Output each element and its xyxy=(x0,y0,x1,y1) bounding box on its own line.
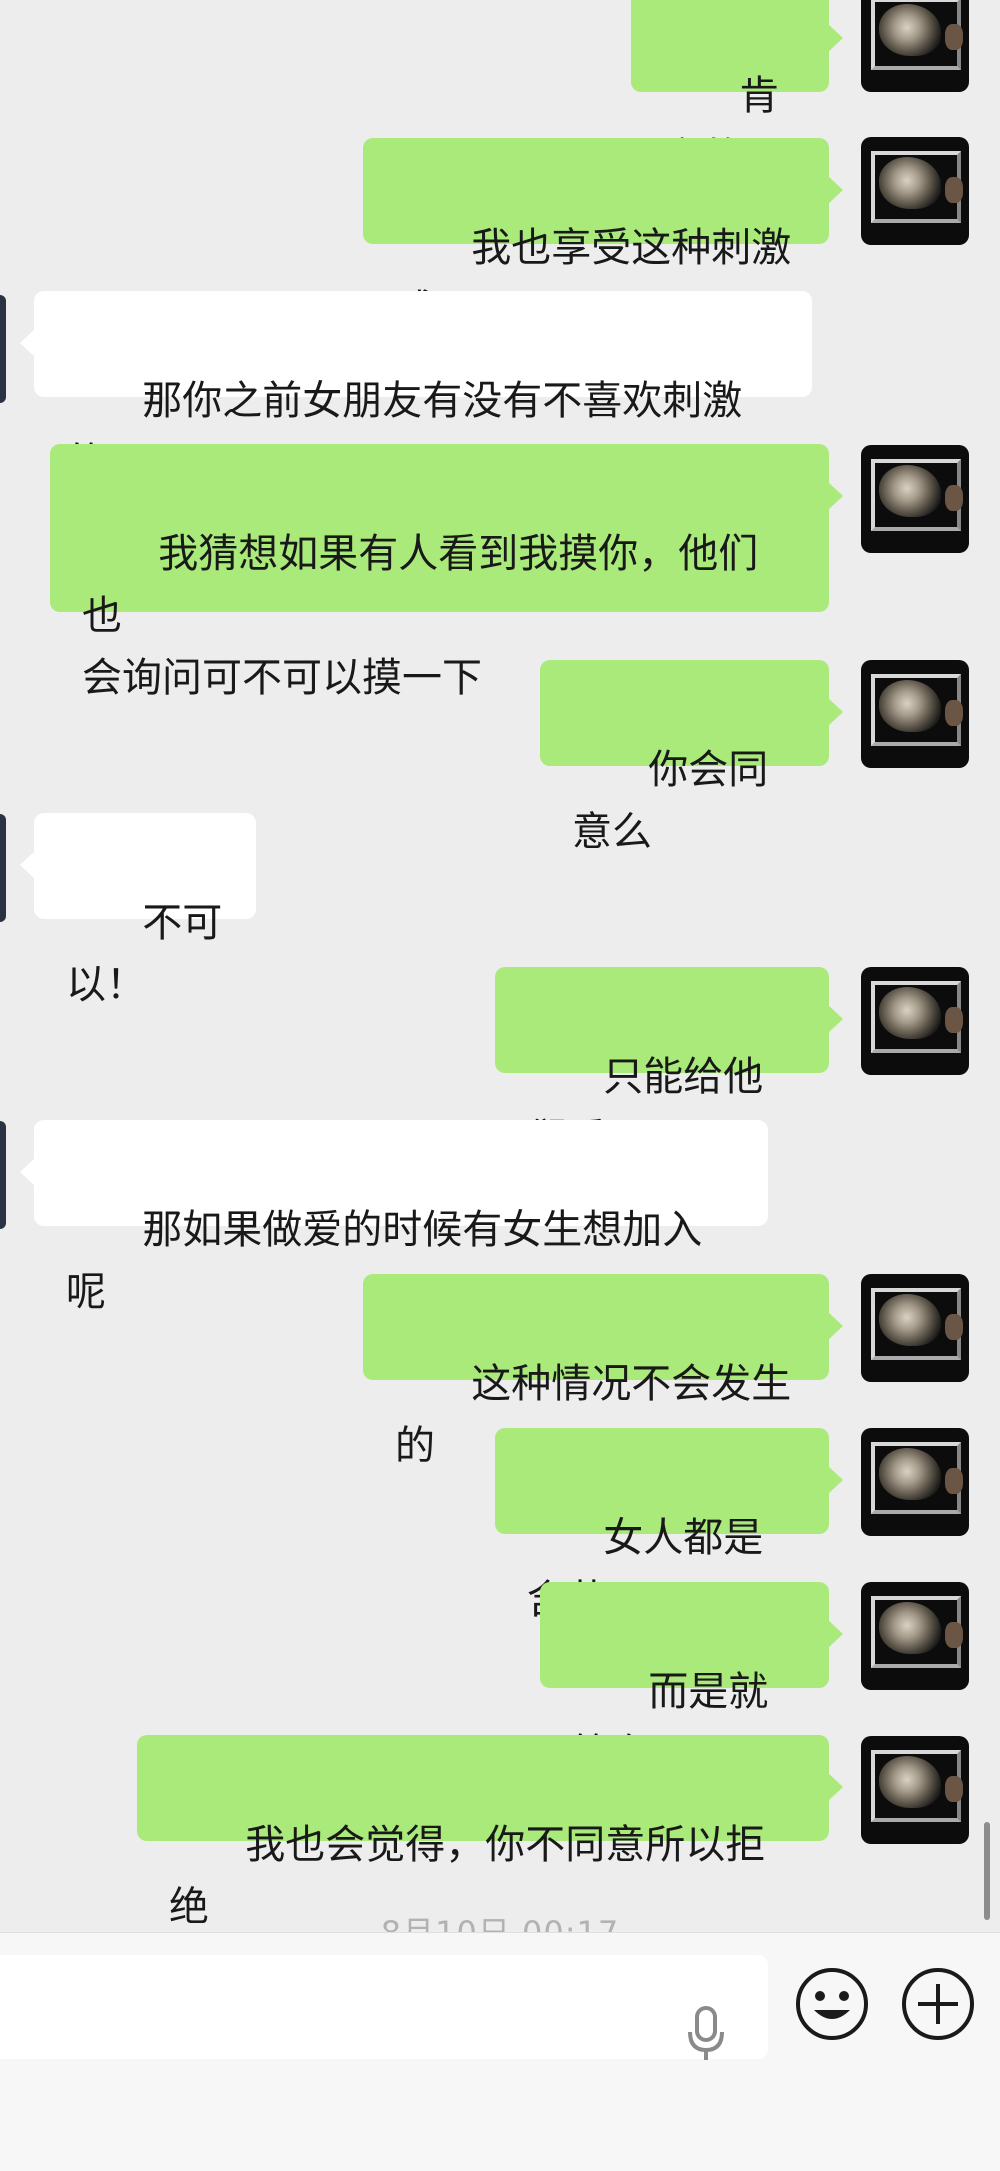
scrollbar[interactable] xyxy=(984,1822,990,1920)
chat-history[interactable]: 肯定的 我也享受这种刺激感 那你之前女朋友有没有不喜欢刺激的 我猜想如果有人看到… xyxy=(0,0,1000,1932)
my-avatar[interactable] xyxy=(861,1582,969,1690)
sent-message-bubble[interactable]: 女人都是含蓄 xyxy=(495,1428,843,1623)
my-avatar[interactable] xyxy=(861,1428,969,1536)
sent-message-bubble[interactable]: 这种情况不会发生的 xyxy=(363,1274,843,1469)
peer-avatar[interactable] xyxy=(0,295,6,403)
my-avatar[interactable] xyxy=(861,445,969,553)
microphone-icon[interactable] xyxy=(686,2006,726,2062)
sent-message-bubble[interactable]: 而是就算有 xyxy=(540,1582,843,1777)
sent-message-bubble[interactable]: 只能给他们看 xyxy=(495,967,843,1162)
received-message-bubble[interactable]: 不可以！ xyxy=(20,813,256,1008)
sent-message-bubble[interactable]: 我也享受这种刺激感 xyxy=(363,138,843,333)
my-avatar[interactable] xyxy=(861,660,969,768)
my-avatar[interactable] xyxy=(861,1736,969,1844)
my-avatar[interactable] xyxy=(861,967,969,1075)
peer-avatar[interactable] xyxy=(0,814,6,922)
peer-avatar[interactable] xyxy=(0,1121,6,1229)
my-avatar[interactable] xyxy=(861,137,969,245)
message-input[interactable] xyxy=(0,1955,768,2059)
plus-circle-icon[interactable] xyxy=(900,1966,976,2042)
message-text: 不可以！ xyxy=(66,900,223,1008)
sent-message-bubble[interactable]: 肯定的 xyxy=(631,0,843,181)
emoji-smiley-icon[interactable] xyxy=(794,1966,870,2042)
sent-message-bubble[interactable]: 你会同意么 xyxy=(540,660,843,855)
message-text: 你会同意么 xyxy=(572,747,769,855)
received-message-bubble[interactable]: 那你之前女朋友有没有不喜欢刺激的 xyxy=(20,291,812,486)
sent-message-bubble[interactable]: 我也会觉得，你不同意所以拒绝 xyxy=(137,1735,843,1930)
my-avatar[interactable] xyxy=(861,0,969,92)
my-avatar[interactable] xyxy=(861,1274,969,1382)
sent-message-bubble[interactable]: 我猜想如果有人看到我摸你，他们也 会询问可不可以摸一下 xyxy=(50,444,843,701)
received-message-bubble[interactable]: 那如果做爱的时候有女生想加入呢 xyxy=(20,1120,768,1315)
message-timestamp: 8月10日 00:17 xyxy=(0,1908,1000,1932)
